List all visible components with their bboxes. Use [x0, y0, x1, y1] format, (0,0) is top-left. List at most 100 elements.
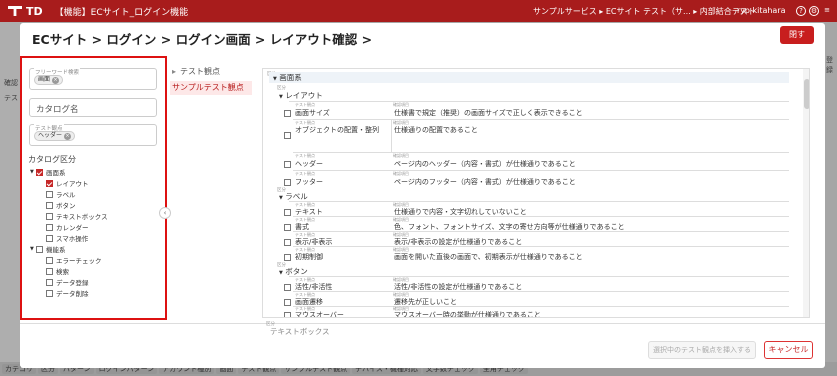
- checkbox-icon[interactable]: [46, 212, 53, 220]
- tree-label: エラーチェック: [56, 257, 102, 265]
- viewpoint-list-icon: ▸: [172, 67, 177, 76]
- chip-label: ヘッダー: [38, 132, 63, 139]
- test-checkbox[interactable]: [284, 284, 291, 291]
- test-desc: 仕様書で規定（推奨）の画面サイズで正しく表示できること: [394, 109, 583, 117]
- group-label: ラベル: [285, 192, 308, 201]
- checkbox-icon[interactable]: [36, 245, 43, 253]
- checkbox-icon[interactable]: [46, 201, 53, 209]
- checkbox-icon[interactable]: [46, 256, 53, 264]
- tree-item-label[interactable]: ラベル: [46, 189, 76, 199]
- test-checkbox[interactable]: [284, 179, 291, 186]
- test-list: 区分 ▼ 画面系 区分 ▼ レイアウト テスト観点 確認項目 画面サイズ 仕様書…: [262, 68, 810, 318]
- tree-item-data-delete[interactable]: データ削除: [46, 288, 89, 298]
- user-name[interactable]: ryo kitahara: [737, 6, 786, 15]
- tree-label: データ削除: [56, 290, 89, 298]
- checkbox-icon[interactable]: [46, 223, 53, 231]
- tree-label: ラベル: [56, 191, 76, 199]
- catalog-name-input[interactable]: カタログ名: [29, 98, 157, 117]
- group-label: レイアウト: [285, 91, 323, 100]
- group-label: ボタン: [285, 267, 308, 276]
- tree-item-smartphone[interactable]: スマホ操作: [46, 233, 88, 243]
- filter-panel: フリーワード検索 画面 × カタログ名 テスト観点 ヘッダー × カタログ区分 ▼ 画…: [20, 56, 167, 320]
- viewpoint-chip[interactable]: ヘッダー ×: [34, 131, 76, 141]
- viewpoint-heading: ▸ テスト観点: [172, 66, 220, 77]
- test-desc: ページ内のヘッダー（内容・書式）が仕様通りであること: [394, 160, 576, 168]
- breadcrumb[interactable]: サンプルサービス ▸ ECサイト テスト（サ... ▸ 内部結合テスト: [533, 6, 756, 17]
- menu-icon[interactable]: ≡: [822, 6, 832, 16]
- modal-title: ECサイト > ログイン > ログイン画面 > レイアウト確認 >: [32, 32, 373, 47]
- viewpoint-filter-field[interactable]: テスト観点 ヘッダー ×: [29, 124, 157, 146]
- expand-arrow-icon[interactable]: ▼: [279, 270, 283, 276]
- help-icon[interactable]: ?: [796, 6, 806, 16]
- checkbox-icon[interactable]: [46, 278, 53, 286]
- divider: [293, 306, 789, 307]
- test-checkbox[interactable]: [284, 132, 291, 139]
- test-name: 初期制御: [295, 253, 323, 261]
- group-root: ▼ 画面系: [269, 72, 789, 83]
- logo[interactable]: TD: [8, 5, 43, 18]
- divider: [293, 152, 789, 153]
- test-name: ヘッダー: [295, 160, 323, 168]
- test-checkbox[interactable]: [284, 224, 291, 231]
- modal-footer: 区分 テキストボックス 選択中のテスト観点を挿入する キャンセル: [20, 322, 825, 368]
- tree-item-error-check[interactable]: エラーチェック: [46, 255, 102, 265]
- tree-item-kinou[interactable]: ▼ 機能系: [30, 244, 66, 254]
- checkbox-icon[interactable]: [46, 267, 53, 275]
- checkbox-icon[interactable]: [36, 168, 43, 176]
- tree-item-search[interactable]: 検索: [46, 266, 69, 276]
- checkbox-icon[interactable]: [46, 190, 53, 198]
- group-label: 画面系: [279, 73, 302, 82]
- divider: [293, 170, 789, 171]
- test-checkbox[interactable]: [284, 161, 291, 168]
- test-checkbox[interactable]: [284, 299, 291, 306]
- tree-item-layout[interactable]: レイアウト: [46, 178, 89, 188]
- close-button[interactable]: 閉す: [780, 26, 814, 44]
- expand-arrow-icon[interactable]: ▼: [279, 94, 283, 100]
- tree-item-data-register[interactable]: データ登録: [46, 277, 89, 287]
- viewpoint-heading-label: テスト観点: [180, 67, 221, 76]
- divider: [289, 276, 789, 277]
- divider: [293, 231, 789, 232]
- test-name: オブジェクトの配置・整列: [295, 126, 379, 134]
- cancel-button[interactable]: キャンセル: [764, 341, 813, 359]
- app-title: 【機能】ECサイト_ログイン機能: [54, 7, 189, 18]
- viewpoint-item-sample[interactable]: サンプルテスト観点: [170, 81, 252, 95]
- test-list-scrollbar[interactable]: [803, 69, 809, 317]
- test-name: マウスオーバー: [295, 311, 344, 318]
- expand-arrow-icon[interactable]: ▼: [279, 195, 283, 201]
- group-textbox-partial: テキストボックス: [270, 327, 330, 336]
- test-desc: 画面を開いた直後の画面で、初期表示が仕様通りであること: [394, 253, 583, 261]
- tree-label: カレンダー: [56, 224, 89, 232]
- freeword-search-field[interactable]: フリーワード検索 画面 ×: [29, 68, 157, 90]
- tree-item-textbox[interactable]: テキストボックス: [46, 211, 108, 221]
- tree-item-calendar[interactable]: カレンダー: [46, 222, 89, 232]
- group-layout: ▼ レイアウト: [279, 90, 323, 101]
- chip-remove-icon[interactable]: ×: [64, 133, 72, 140]
- scrollbar-thumb[interactable]: [804, 79, 809, 109]
- divider: [289, 101, 789, 102]
- viewpoint-modal: ECサイト > ログイン > ログイン画面 > レイアウト確認 > 閉す フリー…: [20, 23, 825, 368]
- checkbox-icon[interactable]: [46, 289, 53, 297]
- tree-label: 機能系: [46, 246, 66, 254]
- checkbox-icon[interactable]: [46, 234, 53, 242]
- tree-label: 画面系: [46, 169, 66, 177]
- divider: [289, 201, 789, 202]
- test-checkbox[interactable]: [284, 254, 291, 261]
- test-checkbox[interactable]: [284, 239, 291, 246]
- tree-label: スマホ操作: [56, 235, 89, 243]
- insert-selected-button[interactable]: 選択中のテスト観点を挿入する: [648, 341, 756, 359]
- chip-remove-icon[interactable]: ×: [52, 77, 60, 84]
- test-checkbox[interactable]: [284, 209, 291, 216]
- test-checkbox[interactable]: [284, 312, 291, 317]
- tree-label: 検索: [56, 268, 69, 276]
- tree-item-gamen[interactable]: ▼ 画面系: [30, 167, 66, 177]
- settings-icon[interactable]: ⚙: [809, 6, 819, 16]
- test-checkbox[interactable]: [284, 110, 291, 117]
- test-name: フッター: [295, 178, 323, 186]
- tree-label: テキストボックス: [56, 213, 108, 221]
- tree-item-button[interactable]: ボタン: [46, 200, 76, 210]
- expand-arrow-icon[interactable]: ▼: [273, 76, 277, 82]
- checkbox-icon[interactable]: [46, 179, 53, 187]
- catalog-placeholder: カタログ名: [36, 105, 79, 115]
- freeword-chip[interactable]: 画面 ×: [34, 75, 64, 85]
